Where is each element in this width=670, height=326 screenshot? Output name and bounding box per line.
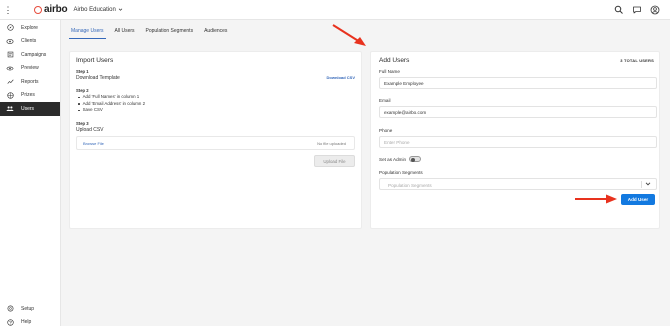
sidebar: Explore Clients Campaigns Preview Report… bbox=[0, 20, 61, 326]
sidebar-item-label: Help bbox=[21, 319, 32, 326]
chevron-down-icon[interactable] bbox=[644, 180, 652, 188]
admin-row: Set as Admin bbox=[379, 156, 422, 162]
logo-text: airbo bbox=[44, 4, 68, 15]
import-users-title: Import Users bbox=[76, 57, 114, 64]
help-icon bbox=[6, 318, 14, 326]
population-segments-label: Population Segments bbox=[379, 170, 423, 175]
sidebar-item-preview[interactable]: Preview bbox=[0, 62, 60, 76]
list-item: Add 'Email Address' in column 2 bbox=[82, 100, 146, 106]
sidebar-item-prizes[interactable]: Prizes bbox=[0, 89, 60, 103]
sidebar-item-label: Reports bbox=[21, 78, 39, 85]
import-users-card: Import Users Step 1 Download Template Do… bbox=[69, 51, 362, 229]
email-label: Email bbox=[379, 98, 391, 103]
sidebar-item-label: Clients bbox=[21, 38, 37, 45]
search-icon[interactable] bbox=[614, 5, 624, 15]
population-segments-select[interactable]: Population Segments bbox=[379, 178, 657, 190]
users-icon bbox=[6, 105, 14, 113]
sidebar-item-label: Users bbox=[21, 105, 35, 112]
full-name-field[interactable]: Example Employee bbox=[379, 77, 657, 89]
sidebar-item-setup[interactable]: Setup bbox=[0, 302, 61, 316]
user-icon[interactable] bbox=[650, 5, 660, 15]
tab-audiences[interactable]: Audiences bbox=[202, 28, 229, 39]
step3-text: Upload CSV bbox=[76, 127, 104, 133]
reports-icon bbox=[6, 78, 14, 86]
chat-icon[interactable] bbox=[632, 5, 642, 15]
explore-icon bbox=[6, 24, 14, 32]
sidebar-item-clients[interactable]: Clients bbox=[0, 35, 60, 49]
download-csv-link[interactable]: Download CSV bbox=[327, 75, 355, 80]
list-item: Save CSV bbox=[83, 107, 145, 114]
campaigns-icon bbox=[6, 51, 14, 59]
sidebar-item-label: Prizes bbox=[21, 92, 35, 99]
tab-bar: Manage Users All Users Population Segmen… bbox=[69, 28, 229, 39]
step1-text: Download Template bbox=[76, 75, 120, 81]
select-divider bbox=[641, 181, 642, 188]
clients-icon bbox=[6, 37, 14, 45]
main-content: Manage Users All Users Population Segmen… bbox=[61, 20, 670, 326]
preview-icon bbox=[6, 64, 14, 72]
add-users-title: Add Users bbox=[379, 57, 410, 64]
phone-label: Phone bbox=[379, 128, 393, 133]
no-file-status: No file uploaded bbox=[317, 140, 346, 146]
step1-label: Step 1 bbox=[76, 69, 89, 74]
tab-all-users[interactable]: All Users bbox=[113, 28, 137, 39]
sidebar-item-explore[interactable]: Explore bbox=[0, 21, 60, 35]
sidebar-item-label: Explore bbox=[21, 24, 38, 31]
airbo-logo[interactable]: airbo bbox=[34, 4, 68, 15]
phone-field[interactable]: Enter Phone bbox=[379, 136, 657, 148]
set-admin-toggle[interactable] bbox=[409, 156, 422, 162]
org-name: Airbo Education bbox=[73, 6, 116, 13]
setup-icon bbox=[6, 305, 14, 313]
list-item: Add 'Full Names' in column 1 bbox=[83, 94, 145, 101]
org-switcher[interactable]: Airbo Education bbox=[73, 6, 123, 13]
add-user-button[interactable]: Add User bbox=[621, 194, 655, 205]
sidebar-item-reports[interactable]: Reports bbox=[0, 75, 60, 89]
segments-placeholder: Population Segments bbox=[388, 182, 432, 188]
sidebar-item-users[interactable]: Users bbox=[0, 102, 60, 116]
logo-mark-icon bbox=[34, 5, 42, 14]
annotation-arrow-top-icon bbox=[332, 24, 366, 46]
upload-file-button[interactable]: Upload File bbox=[314, 155, 355, 167]
sidebar-item-label: Setup bbox=[21, 305, 35, 312]
admin-label: Set as Admin bbox=[379, 156, 407, 162]
annotation-arrow-bottom-icon bbox=[575, 194, 617, 204]
browse-file-button[interactable]: Browse File bbox=[83, 141, 104, 146]
sidebar-item-label: Campaigns bbox=[21, 51, 47, 58]
sidebar-item-help[interactable]: Help bbox=[0, 316, 61, 326]
tab-population-segments[interactable]: Population Segments bbox=[144, 28, 196, 39]
step2-label: Step 2 bbox=[76, 88, 89, 93]
chevron-down-icon bbox=[118, 8, 123, 11]
step2-instructions: Add 'Full Names' in column 1 Add 'Email … bbox=[83, 94, 145, 114]
step3-label: Step 3 bbox=[76, 121, 89, 126]
tab-manage-users[interactable]: Manage Users bbox=[69, 28, 106, 39]
menu-kebab-icon[interactable]: ⋮ bbox=[0, 0, 16, 20]
sidebar-item-label: Preview bbox=[21, 65, 39, 72]
full-name-label: Full Name bbox=[379, 69, 400, 74]
prizes-icon bbox=[6, 91, 14, 99]
file-upload-box[interactable]: Browse File No file uploaded bbox=[76, 136, 355, 150]
email-field[interactable]: example@airbo.com bbox=[379, 106, 657, 118]
top-bar: ⋮ airbo Airbo Education bbox=[0, 0, 670, 20]
sidebar-item-campaigns[interactable]: Campaigns bbox=[0, 48, 60, 62]
total-users-count: 3 TOTAL USERS bbox=[620, 58, 654, 63]
